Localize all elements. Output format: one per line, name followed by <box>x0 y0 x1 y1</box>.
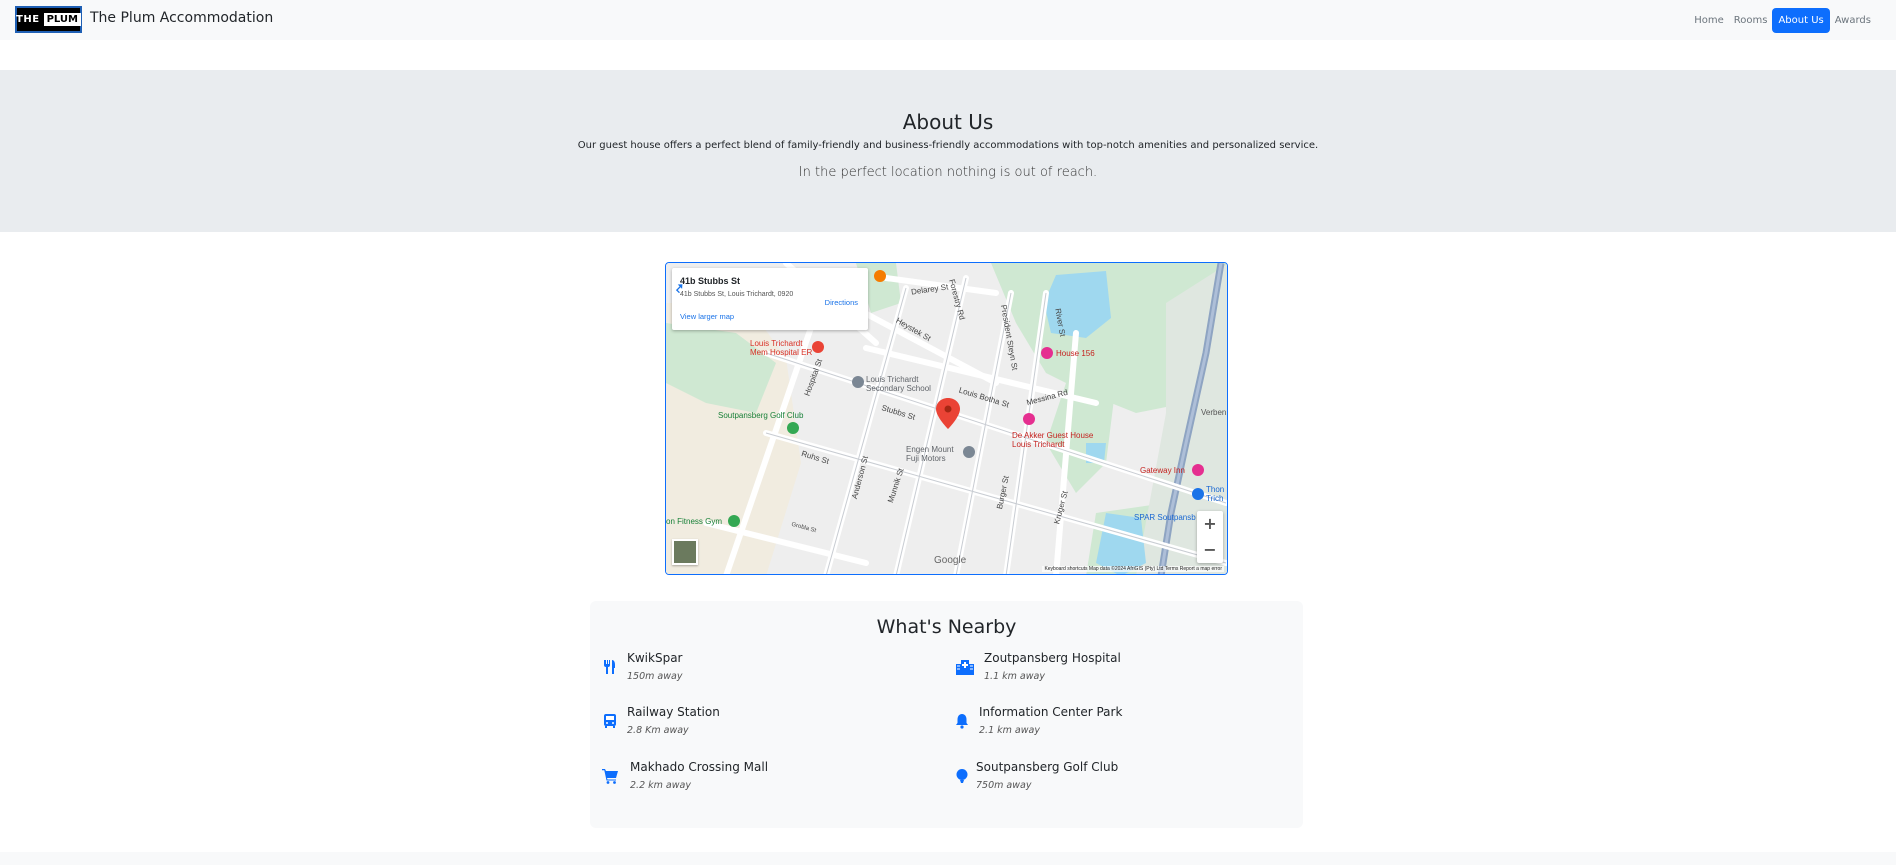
bus-icon <box>604 714 616 728</box>
nav-rooms[interactable]: Rooms <box>1729 9 1773 32</box>
view-larger-map-link[interactable]: View larger map <box>680 312 734 321</box>
map-label-fitness[interactable]: on Fitness Gym <box>666 517 722 526</box>
hospital-icon <box>956 660 974 675</box>
nav-awards[interactable]: Awards <box>1830 9 1876 32</box>
nearby-distance: 750m away <box>976 780 1032 791</box>
zoom-in-button[interactable]: + <box>1197 511 1223 537</box>
brand-logo-text-right: PLUM <box>43 13 81 26</box>
golf-icon <box>956 769 968 783</box>
bell-icon <box>956 714 968 729</box>
whats-nearby-section: What's Nearby KwikSpar 150m away Zoutpan… <box>590 601 1303 828</box>
map-label-thon[interactable]: Thon Trich <box>1206 485 1227 503</box>
nearby-distance: 2.1 km away <box>979 725 1040 736</box>
embedded-map[interactable]: Louis Trichardt Mem Hospital ER Louis Tr… <box>665 262 1228 575</box>
nav-links: Home Rooms About Us Awards <box>1689 8 1876 33</box>
map-label-golf[interactable]: Soutpansberg Golf Club <box>718 411 803 420</box>
satellite-toggle[interactable] <box>672 539 698 565</box>
map-label-spar[interactable]: SPAR Soutpansb <box>1134 513 1196 522</box>
nearby-name: Railway Station <box>627 705 720 719</box>
zoom-controls: + − <box>1197 511 1223 563</box>
nearby-distance: 2.8 Km away <box>627 725 689 736</box>
map-label-verben: Verben <box>1201 408 1227 417</box>
nearby-distance: 1.1 km away <box>984 671 1045 682</box>
hero-sublead: In the perfect location nothing is out o… <box>798 165 1098 180</box>
nav-home[interactable]: Home <box>1689 9 1729 32</box>
map-place-address: 41b Stubbs St, Louis Trichardt, 0920 <box>680 291 794 298</box>
map-label-house156[interactable]: House 156 <box>1056 349 1095 358</box>
hero-lead: Our guest house offers a perfect blend o… <box>577 140 1319 151</box>
brand-logo[interactable]: THE PLUM <box>15 6 82 33</box>
nearby-name: Zoutpansberg Hospital <box>984 651 1121 665</box>
map-attribution[interactable]: Keyboard shortcuts Map data ©2024 AfriGI… <box>1042 566 1224 572</box>
map-label-hospital[interactable]: Louis Trichardt Mem Hospital ER <box>750 339 820 357</box>
map-label-engen[interactable]: Engen Mount Fuji Motors <box>906 445 966 463</box>
map-label-gateway[interactable]: Gateway Inn <box>1140 466 1185 475</box>
nearby-distance: 2.2 km away <box>630 780 691 791</box>
map-place-title: 41b Stubbs St <box>680 276 741 286</box>
nearby-name: Information Center Park <box>979 705 1123 719</box>
cart-icon <box>602 769 618 784</box>
brand-name[interactable]: The Plum Accommodation <box>90 10 273 26</box>
nearby-name: Soutpansberg Golf Club <box>976 760 1119 774</box>
brand-logo-text-left: THE <box>16 14 40 25</box>
nearby-name: KwikSpar <box>627 651 683 665</box>
zoom-out-button[interactable]: − <box>1197 537 1223 563</box>
nearby-distance: 150m away <box>627 671 683 682</box>
utensils-icon <box>604 660 615 674</box>
footer-band <box>0 852 1896 865</box>
map-place-card: 41b Stubbs St 41b Stubbs St, Louis Trich… <box>672 268 868 330</box>
map-label-deakker[interactable]: De Akker Guest House Louis Trichardt <box>1012 431 1112 449</box>
page-title: About Us <box>902 110 994 134</box>
about-hero: About Us Our guest house offers a perfec… <box>0 70 1896 232</box>
directions-link[interactable]: Directions <box>825 298 858 307</box>
directions-icon[interactable] <box>672 280 686 294</box>
google-logo: Google <box>934 555 967 566</box>
nearby-title: What's Nearby <box>876 616 1017 638</box>
map-label-school[interactable]: Louis Trichardt Secondary School <box>866 375 946 393</box>
nav-about-us[interactable]: About Us <box>1772 8 1830 33</box>
navbar: THE PLUM The Plum Accommodation Home Roo… <box>0 0 1896 40</box>
nearby-name: Makhado Crossing Mall <box>630 760 769 774</box>
